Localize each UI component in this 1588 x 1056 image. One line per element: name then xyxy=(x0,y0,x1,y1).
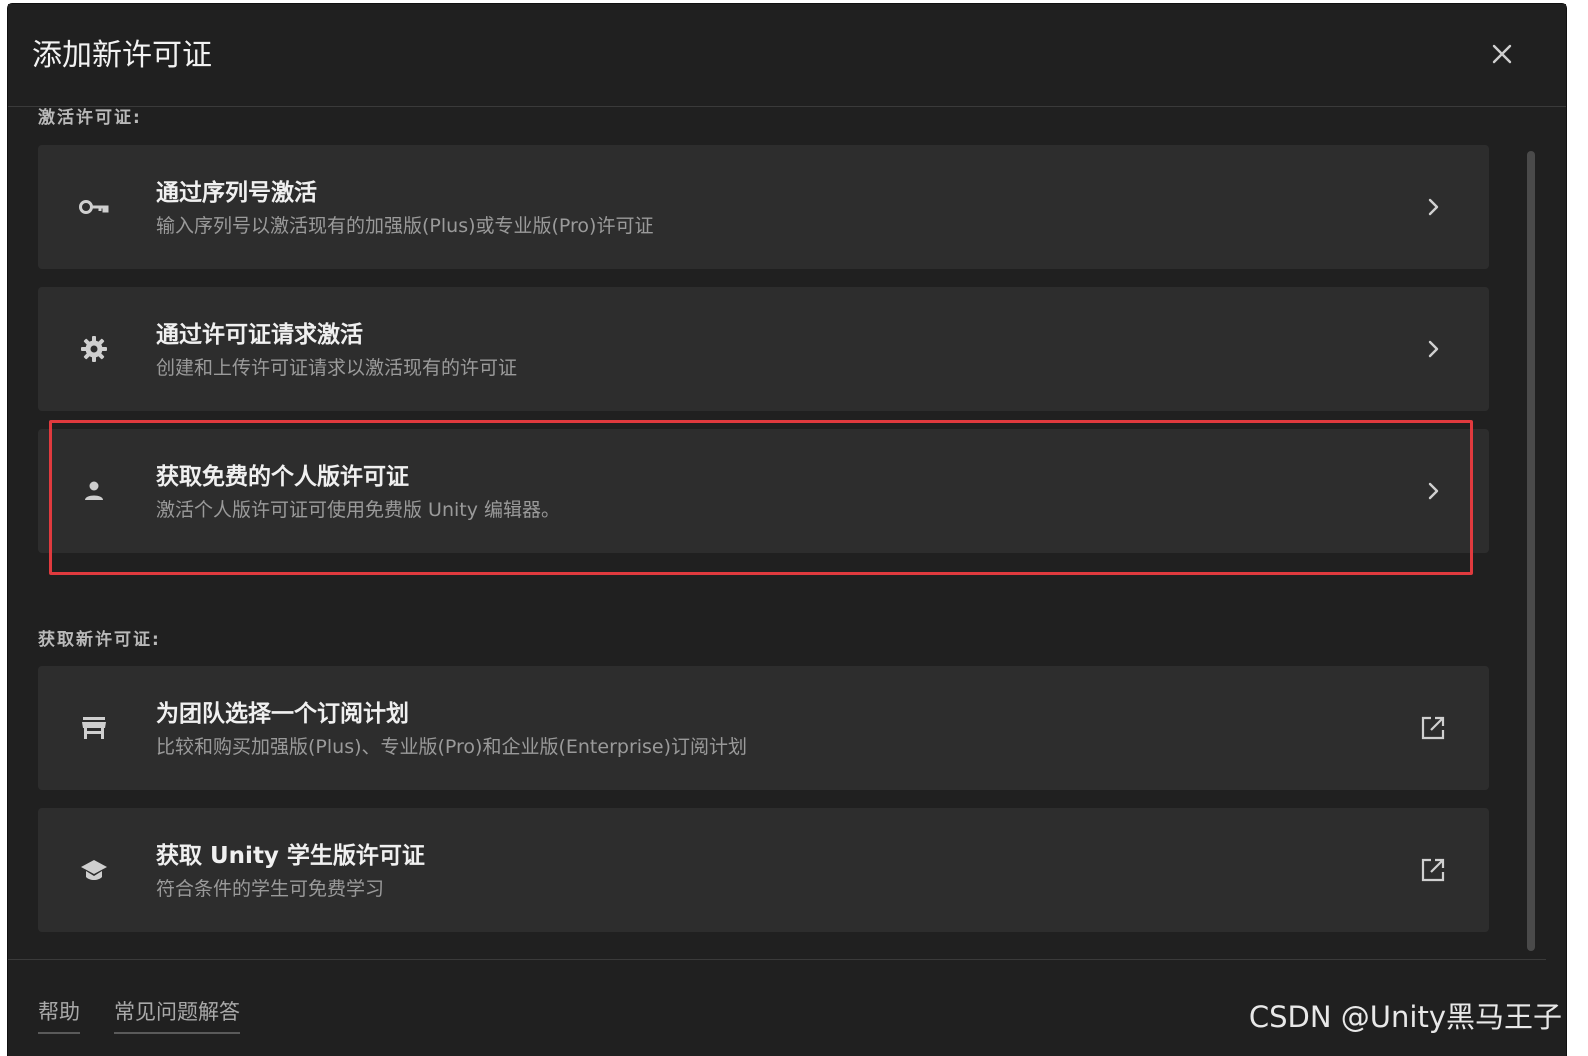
external-link-icon xyxy=(1417,712,1449,744)
card-personal-license[interactable]: 获取免费的个人版许可证 激活个人版许可证可使用免费版 Unity 编辑器。 xyxy=(38,429,1489,553)
dialog-title: 添加新许可证 xyxy=(32,38,212,73)
card-serial-activate[interactable]: 通过序列号激活 输入序列号以激活现有的加强版(Plus)或专业版(Pro)许可证 xyxy=(38,145,1489,269)
scrollbar[interactable] xyxy=(1527,151,1535,951)
store-icon xyxy=(78,712,110,744)
key-icon xyxy=(78,191,110,223)
card-team-subscription[interactable]: 为团队选择一个订阅计划 比较和购买加强版(Plus)、专业版(Pro)和企业版(… xyxy=(38,666,1489,790)
card-title: 通过许可证请求激活 xyxy=(156,322,363,348)
watermark: CSDN @Unity黑马王子 xyxy=(1248,1000,1562,1034)
screenshot-stage: 添加新许可证 激活许可证: 通过序列号激活 输入序列号以激活现有的加强版(Plu… xyxy=(0,0,1588,1056)
card-description: 创建和上传许可证请求以激活现有的许可证 xyxy=(156,357,518,379)
external-link-icon xyxy=(1417,854,1449,886)
card-student-license[interactable]: 获取 Unity 学生版许可证 符合条件的学生可免费学习 xyxy=(38,808,1489,932)
chevron-right-icon xyxy=(1417,475,1449,507)
gear-icon xyxy=(78,333,110,365)
card-title: 通过序列号激活 xyxy=(156,180,317,206)
card-request-activate[interactable]: 通过许可证请求激活 创建和上传许可证请求以激活现有的许可证 xyxy=(38,287,1489,411)
card-description: 激活个人版许可证可使用免费版 Unity 编辑器。 xyxy=(156,499,561,521)
dialog-header: 添加新许可证 xyxy=(8,4,1566,107)
card-description: 符合条件的学生可免费学习 xyxy=(156,878,385,900)
add-license-dialog: 添加新许可证 激活许可证: 通过序列号激活 输入序列号以激活现有的加强版(Plu… xyxy=(8,4,1566,1056)
section-label-activate: 激活许可证: xyxy=(38,108,142,128)
close-button[interactable] xyxy=(1484,36,1520,72)
person-icon xyxy=(78,475,110,507)
faq-link[interactable]: 常见问题解答 xyxy=(114,996,240,1034)
close-icon xyxy=(1492,44,1512,64)
card-title: 获取 Unity 学生版许可证 xyxy=(156,843,425,869)
scrollbar-thumb[interactable] xyxy=(1527,151,1535,951)
footer-divider xyxy=(8,959,1546,960)
dialog-content: 激活许可证: 通过序列号激活 输入序列号以激活现有的加强版(Plus)或专业版(… xyxy=(8,107,1566,959)
section-label-new: 获取新许可证: xyxy=(38,630,161,650)
card-title: 为团队选择一个订阅计划 xyxy=(156,701,409,727)
help-link[interactable]: 帮助 xyxy=(38,996,80,1034)
card-title: 获取免费的个人版许可证 xyxy=(156,464,409,490)
card-description: 输入序列号以激活现有的加强版(Plus)或专业版(Pro)许可证 xyxy=(156,215,654,237)
chevron-right-icon xyxy=(1417,333,1449,365)
card-description: 比较和购买加强版(Plus)、专业版(Pro)和企业版(Enterprise)订… xyxy=(156,736,748,758)
graduation-cap-icon xyxy=(78,854,110,886)
chevron-right-icon xyxy=(1417,191,1449,223)
